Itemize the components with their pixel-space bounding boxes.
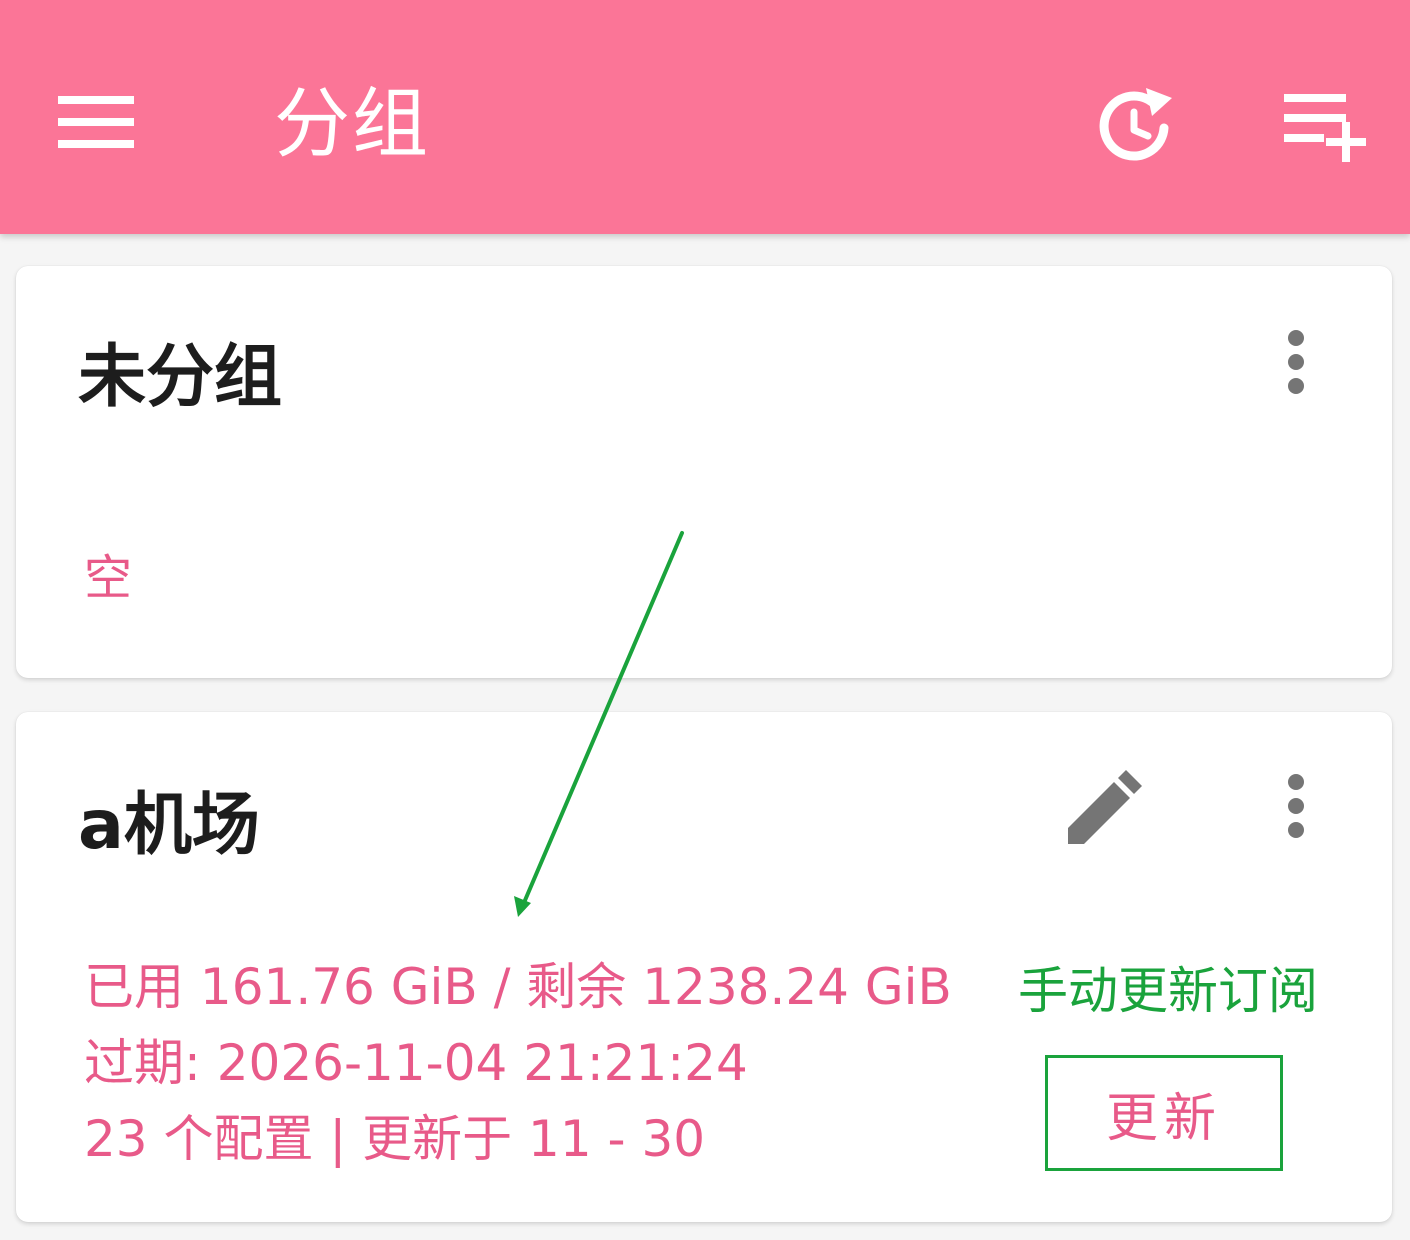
more-vert-icon[interactable] (1276, 772, 1316, 844)
menu-icon[interactable] (58, 92, 134, 152)
group-title: 未分组 (78, 338, 283, 417)
config-summary: 23 个配置 | 更新于 11 - 30 (84, 1110, 706, 1168)
edit-icon[interactable] (1064, 768, 1144, 848)
update-button[interactable]: 更新 (1045, 1055, 1283, 1171)
group-card-ungrouped[interactable]: 未分组 空 (16, 266, 1392, 678)
app-bar: 分组 (0, 0, 1410, 234)
page-title: 分组 (274, 79, 430, 168)
group-card-subscription[interactable]: a机场 已用 161.76 GiB / 剩余 1238.24 GiB 过期: 2… (16, 712, 1392, 1222)
annotation-label: 手动更新订阅 (1018, 962, 1318, 1020)
group-empty-status: 空 (84, 550, 133, 606)
playlist-add-icon[interactable] (1284, 88, 1374, 162)
expiry-date: 过期: 2026-11-04 21:21:24 (84, 1034, 748, 1092)
group-title: a机场 (78, 786, 260, 865)
history-icon[interactable] (1094, 84, 1178, 168)
traffic-usage: 已用 161.76 GiB / 剩余 1238.24 GiB (84, 958, 952, 1016)
more-vert-icon[interactable] (1276, 328, 1316, 400)
